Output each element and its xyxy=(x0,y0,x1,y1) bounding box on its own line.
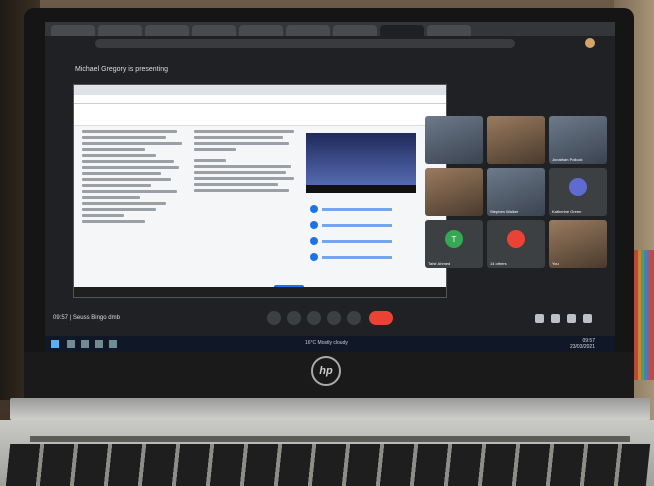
browser-tab[interactable] xyxy=(192,25,236,36)
avatar xyxy=(507,230,525,249)
participant-tile[interactable]: T Tahir Ahmed xyxy=(425,220,483,268)
resource-list xyxy=(310,201,440,265)
hand-icon[interactable] xyxy=(307,311,321,325)
search-icon[interactable] xyxy=(67,340,75,348)
keyboard xyxy=(5,444,651,486)
browser-tab[interactable] xyxy=(51,25,95,36)
weather-text: 16°C Mostly cloudy xyxy=(305,340,348,346)
presenting-label: Michael Gregory is presenting xyxy=(75,66,168,73)
chrome-icon[interactable] xyxy=(95,340,103,348)
url-field[interactable] xyxy=(95,39,515,48)
hp-logo: hp xyxy=(311,356,341,386)
video-thumbnail[interactable] xyxy=(306,133,416,189)
browser-tab-active[interactable] xyxy=(380,25,424,36)
avatar xyxy=(569,178,587,197)
more-icon[interactable] xyxy=(347,311,361,325)
browser-tab[interactable] xyxy=(98,25,142,36)
avatar: T xyxy=(445,230,463,249)
meeting-info: 09:57 | Seuss Bingo dmb xyxy=(53,315,120,321)
file-explorer-icon[interactable] xyxy=(81,340,89,348)
keyboard-row xyxy=(30,436,630,442)
edge-icon[interactable] xyxy=(109,340,117,348)
mic-icon[interactable] xyxy=(267,311,281,325)
participant-tile[interactable] xyxy=(487,116,545,164)
others-tile[interactable]: 14 others xyxy=(487,220,545,268)
taskbar-clock: 09:57 23/03/2021 xyxy=(569,338,595,350)
participant-tile[interactable] xyxy=(425,116,483,164)
present-icon[interactable] xyxy=(327,311,341,325)
list-item[interactable] xyxy=(310,249,440,265)
shared-address-bar xyxy=(74,95,446,104)
windows-start-icon[interactable] xyxy=(51,340,59,348)
self-tile[interactable]: You xyxy=(549,220,607,268)
meet-controls-bar: 09:57 | Seuss Bingo dmb xyxy=(45,306,615,332)
profile-avatar[interactable] xyxy=(585,38,595,48)
laptop-screen: Michael Gregory is presenting Jonathan P… xyxy=(45,22,615,352)
shared-column-middle xyxy=(194,127,299,287)
browser-tab[interactable] xyxy=(333,25,377,36)
laptop-hinge xyxy=(10,398,650,420)
shared-page-header xyxy=(74,104,446,126)
chat-icon[interactable] xyxy=(567,314,576,323)
people-icon[interactable] xyxy=(551,314,560,323)
shared-screen xyxy=(73,84,447,298)
shared-tab-bar xyxy=(74,85,446,95)
list-item[interactable] xyxy=(310,201,440,217)
info-icon[interactable] xyxy=(535,314,544,323)
browser-tab-bar xyxy=(45,22,615,36)
activities-icon[interactable] xyxy=(583,314,592,323)
participant-tile[interactable] xyxy=(425,168,483,216)
browser-tab[interactable] xyxy=(239,25,283,36)
shared-column-left xyxy=(82,127,187,287)
end-call-icon[interactable] xyxy=(369,311,393,325)
participant-tile[interactable]: Stephen Walker xyxy=(487,168,545,216)
windows-taskbar: 16°C Mostly cloudy 09:57 23/03/2021 xyxy=(45,336,615,352)
participant-tile[interactable]: Katherine Green xyxy=(549,168,607,216)
photo-scene: Michael Gregory is presenting Jonathan P… xyxy=(0,0,654,486)
browser-tab[interactable] xyxy=(427,25,471,36)
participant-tile[interactable]: Jonathan Pollock xyxy=(549,116,607,164)
browser-tab[interactable] xyxy=(145,25,189,36)
list-item[interactable] xyxy=(310,217,440,233)
shared-taskbar xyxy=(74,287,446,297)
list-item[interactable] xyxy=(310,233,440,249)
browser-address-bar xyxy=(45,36,615,50)
video-caption-bar xyxy=(306,185,416,193)
browser-tab[interactable] xyxy=(286,25,330,36)
camera-icon[interactable] xyxy=(287,311,301,325)
